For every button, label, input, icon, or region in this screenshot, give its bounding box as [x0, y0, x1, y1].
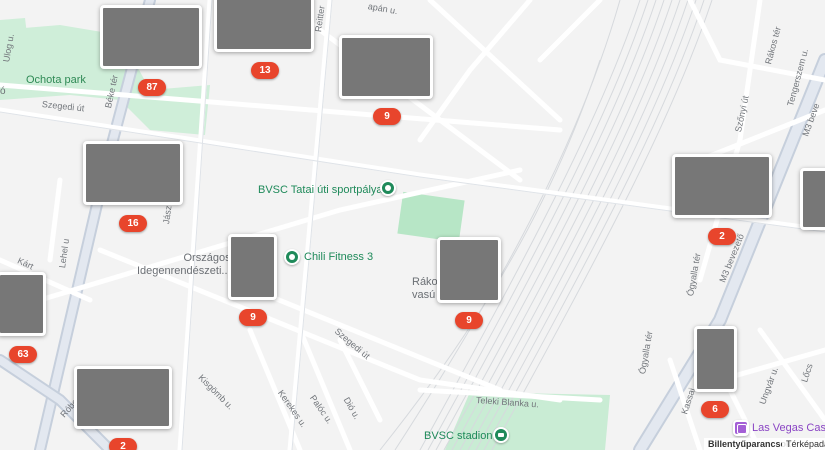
photo-count-badge[interactable]: 87	[138, 79, 166, 96]
marker-photo-thumbnail[interactable]	[83, 141, 183, 205]
photo-crowd	[231, 237, 274, 297]
marker-photo-thumbnail[interactable]	[228, 234, 277, 300]
casino-pin-icon[interactable]	[733, 420, 749, 436]
photo-door	[0, 275, 43, 333]
photo-building	[675, 157, 769, 215]
map-data-attribution[interactable]: Térképadato	[782, 438, 825, 450]
map-canvas[interactable]: Ochota park Ulog u. Szegedi út Béke tér …	[0, 0, 825, 450]
sports-field	[397, 191, 465, 243]
photo-count-badge[interactable]: 9	[239, 309, 267, 326]
photo-count-badge[interactable]: 13	[251, 62, 279, 79]
poi-label-bvsc-tatai[interactable]: BVSC Tatai úti sportpálya	[258, 184, 383, 196]
marker-photo-thumbnail[interactable]	[800, 168, 825, 230]
marker-photo-thumbnail[interactable]	[339, 35, 433, 99]
photo-count-badge[interactable]: 16	[119, 215, 147, 232]
marker-photo-thumbnail[interactable]	[214, 0, 314, 52]
photo-edge	[803, 171, 825, 227]
photo-aerial	[440, 240, 498, 300]
marker-photo-thumbnail[interactable]	[74, 366, 172, 429]
chili-fitness-pin-icon[interactable]	[284, 249, 300, 265]
photo-count-badge[interactable]: 2	[109, 438, 137, 450]
marker-photo-thumbnail[interactable]	[0, 272, 46, 336]
photo-count-badge[interactable]: 9	[455, 312, 483, 329]
poi-label-las-vegas[interactable]: Las Vegas Casi	[752, 422, 825, 434]
place-label-orszagos: Országos Idegenrendészeti...	[137, 252, 231, 277]
stadium-pin-icon[interactable]	[493, 427, 509, 443]
bvsc-tatai-pin-icon[interactable]	[380, 180, 396, 196]
road-label: ó	[0, 86, 6, 97]
photo-count-badge[interactable]: 2	[708, 228, 736, 245]
photo-count-badge[interactable]: 9	[373, 108, 401, 125]
park-label: Ochota park	[26, 74, 86, 86]
photo-street	[342, 38, 430, 96]
photo-group	[217, 0, 311, 49]
photo-boat	[103, 8, 199, 66]
photo-shop	[86, 144, 180, 202]
poi-label-chili-fitness[interactable]: Chili Fitness 3	[304, 251, 373, 263]
photo-tower	[697, 329, 734, 389]
poi-label-bvsc-stadion[interactable]: BVSC stadion	[424, 430, 492, 442]
road-label: Jász	[161, 204, 174, 225]
place-label-rako: Ráko vasú	[412, 276, 438, 301]
photo-count-badge[interactable]: 63	[9, 346, 37, 363]
marker-photo-thumbnail[interactable]	[100, 5, 202, 69]
photo-count-badge[interactable]: 6	[701, 401, 729, 418]
photo-kids	[77, 369, 169, 426]
marker-photo-thumbnail[interactable]	[672, 154, 772, 218]
marker-photo-thumbnail[interactable]	[694, 326, 737, 392]
marker-photo-thumbnail[interactable]	[437, 237, 501, 303]
